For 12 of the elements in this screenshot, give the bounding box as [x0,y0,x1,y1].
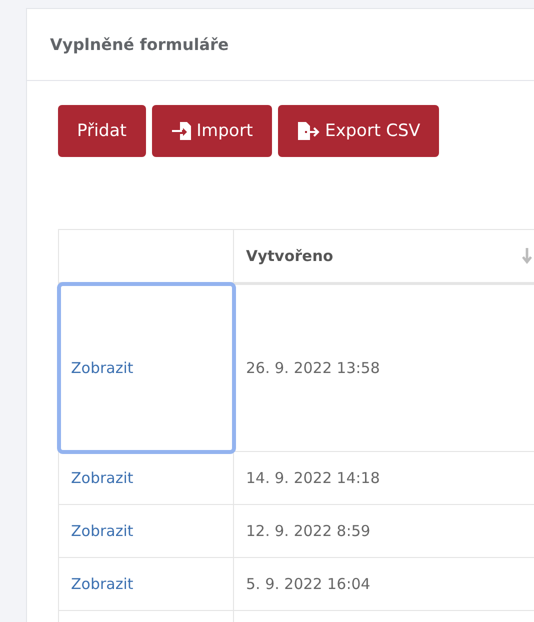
action-button[interactable]: Přidat [58,105,146,157]
view-link[interactable]: Zobrazit [71,469,134,487]
view-link[interactable]: Zobrazit [71,575,134,593]
file-export-icon [296,121,321,141]
card-title: Vyplněné formuláře [50,35,229,54]
file-import-icon [170,121,193,141]
action-button[interactable]: Import [152,105,272,157]
view-link[interactable]: Zobrazit [71,359,134,377]
sort-arrow-icon[interactable] [522,247,532,265]
action-button[interactable]: Export CSV [278,105,440,157]
column-header[interactable]: Vytvořeno [234,230,534,284]
view-link[interactable]: Zobrazit [71,522,134,540]
